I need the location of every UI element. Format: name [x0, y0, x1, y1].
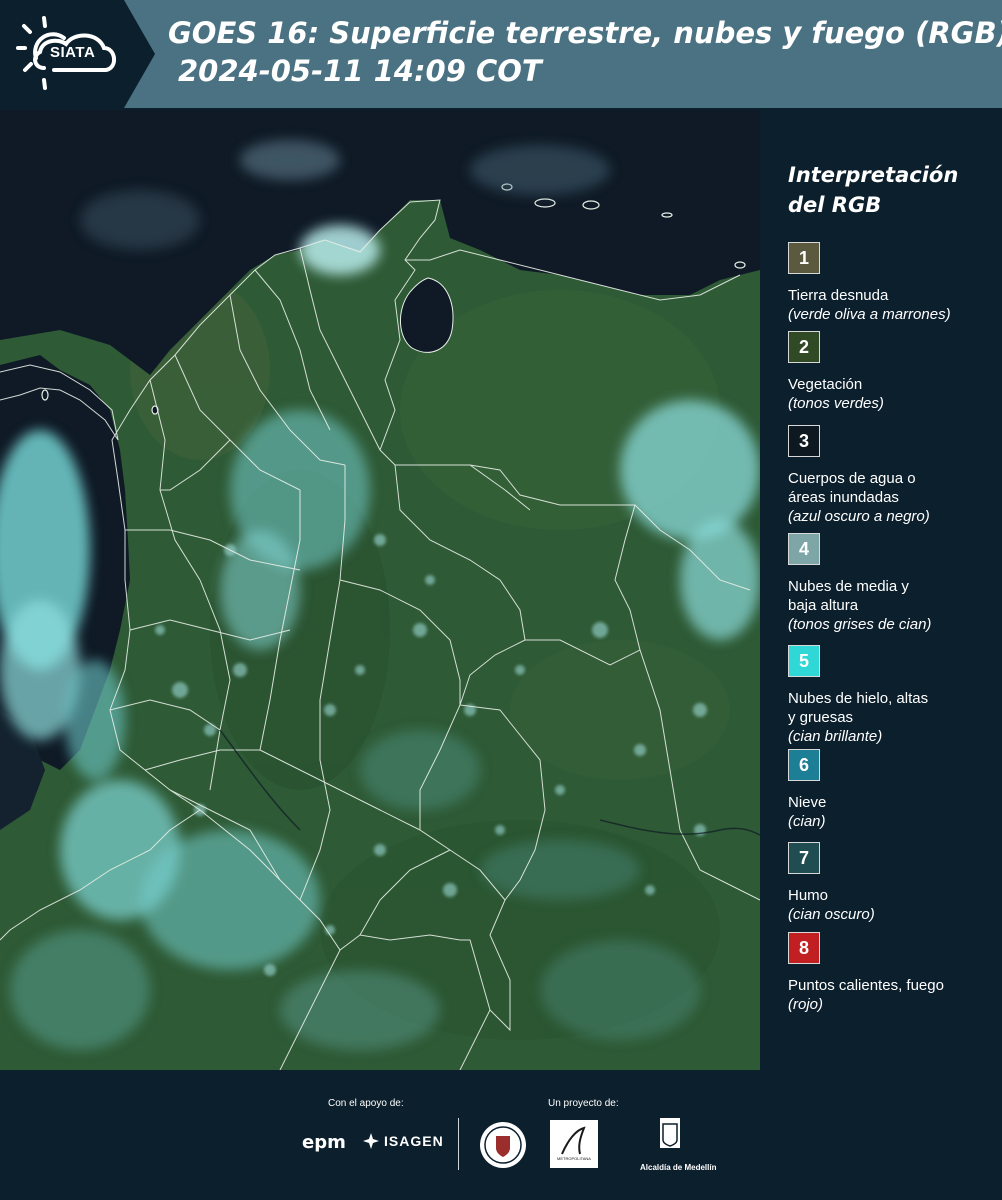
legend-note: (cian)	[788, 813, 826, 830]
isagen-text: ISAGEN	[384, 1133, 444, 1149]
legend-note: (rojo)	[788, 996, 824, 1013]
epm-logo[interactable]: epm	[302, 1132, 346, 1153]
legend-item: 4 Nubes de media y baja altura (tonos gris…	[788, 533, 988, 634]
legend-item: 6 Nieve (cian)	[788, 749, 988, 831]
legend-item: 3 Cuerpos de agua o áreas inundadas (azul …	[788, 425, 988, 526]
legend-item: 5 Nubes de hielo, altas y gruesas (cian br…	[788, 645, 988, 746]
isagen-icon	[363, 1133, 379, 1149]
legend-note: (tonos grises de cian)	[788, 616, 932, 633]
isagen-logo[interactable]: ISAGEN	[362, 1132, 444, 1150]
legend-swatch: 5	[788, 645, 820, 677]
footer-divider	[458, 1118, 459, 1170]
legend-swatch: 1	[788, 242, 820, 274]
project-label: Un proyecto de:	[548, 1098, 619, 1109]
logo-text: SIATA	[50, 44, 96, 61]
legend-item: 8 Puntos calientes, fuego (rojo)	[788, 932, 988, 1014]
legend-swatch: 4	[788, 533, 820, 565]
legend-note: (azul oscuro a negro)	[788, 508, 930, 525]
satellite-map[interactable]	[0, 110, 760, 1070]
alcaldia-logo[interactable]: Alcaldía de Medellín	[640, 1116, 717, 1172]
alcaldia-shield-icon	[660, 1118, 680, 1148]
legend-swatch: 6	[788, 749, 820, 781]
legend-swatch: 8	[788, 932, 820, 964]
title-text: GOES 16: Superficie terrestre, nubes y f…	[168, 16, 1002, 50]
legend-label: Humo	[788, 887, 829, 904]
legend-label: Puntos calientes, fuego	[788, 977, 944, 994]
satellite-image	[0, 110, 760, 1070]
legend-item: 2 Vegetación (tonos verdes)	[788, 331, 988, 413]
legend-label: Nieve	[788, 794, 827, 811]
footer: Con el apoyo de: Un proyecto de: epm ISA…	[0, 1070, 1002, 1200]
timestamp: 2024-05-11 14:09 COT	[178, 54, 542, 88]
legend-item: 7 Humo (cian oscuro)	[788, 842, 988, 924]
header-bar: SIATA GOES 16: Superficie terrestre, nub…	[0, 0, 1002, 108]
support-label: Con el apoyo de:	[328, 1098, 404, 1109]
legend-note: (cian oscuro)	[788, 906, 875, 923]
metropolitana-logo[interactable]: METROPOLITANA	[550, 1120, 598, 1168]
legend-label: Tierra desnuda	[788, 287, 889, 304]
legend-note: (tonos verdes)	[788, 395, 884, 412]
legend-label: Vegetación	[788, 376, 863, 393]
legend-label: Nubes de hielo, altas y gruesas	[788, 690, 929, 726]
municipal-seal-icon[interactable]	[478, 1120, 528, 1170]
metropolitana-text: METROPOLITANA	[557, 1156, 591, 1161]
legend-note: (verde oliva a marrones)	[788, 306, 951, 323]
legend-label: Cuerpos de agua o áreas inundadas	[788, 470, 916, 506]
legend-item: 1 Tierra desnuda (verde oliva a marrones)	[788, 242, 988, 324]
rgb-legend: Interpretación del RGB	[788, 160, 993, 238]
alcaldia-text: Alcaldía de Medellín	[640, 1163, 717, 1172]
legend-note: (cian brillante)	[788, 728, 883, 745]
legend-swatch: 3	[788, 425, 820, 457]
legend-title: Interpretación del RGB	[788, 163, 959, 217]
legend-swatch: 7	[788, 842, 820, 874]
legend-label: Nubes de media y baja altura	[788, 578, 909, 614]
legend-swatch: 2	[788, 331, 820, 363]
siata-logo[interactable]: SIATA	[0, 0, 155, 108]
page-title: GOES 16: Superficie terrestre, nubes y f…	[168, 14, 1002, 90]
